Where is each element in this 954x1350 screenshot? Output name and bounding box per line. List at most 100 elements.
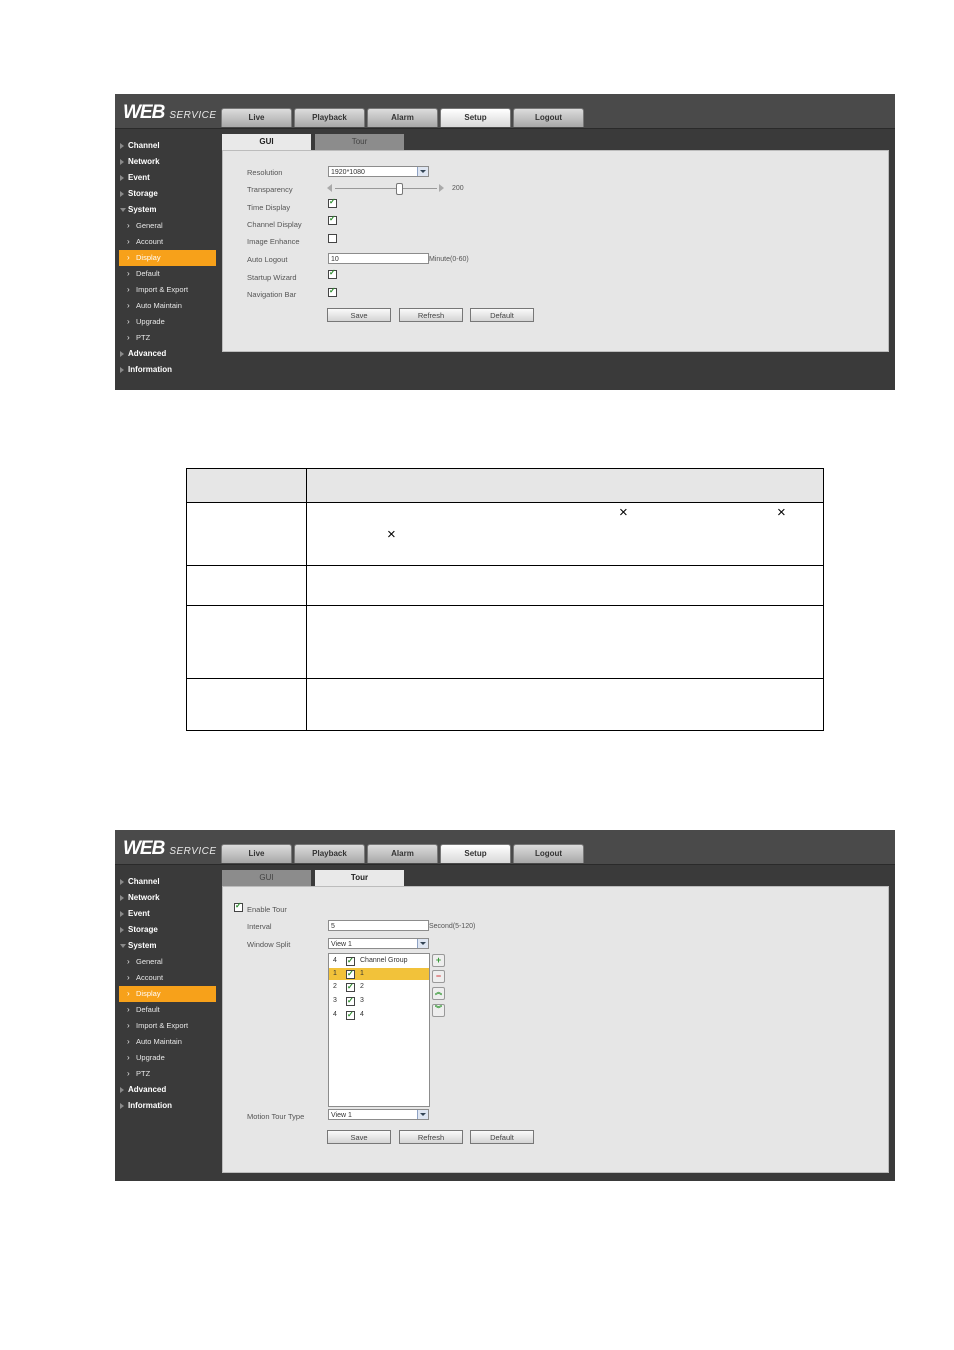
navigation-bar-checkbox[interactable] (328, 286, 337, 297)
sidebar-item-auto-maintain[interactable]: › Auto Maintain (119, 298, 219, 314)
sidebar-item-account[interactable]: › Account (119, 970, 219, 986)
sidebar-item-event[interactable]: Event (119, 170, 219, 186)
auto-logout-unit: Minute(0-60) (429, 256, 469, 263)
chevron-down-icon (417, 167, 428, 176)
nav-alarm[interactable]: Alarm (367, 844, 438, 863)
sidebar-item-ptz[interactable]: › PTZ (119, 1066, 219, 1082)
web-service-logo: WEB SERVICE (123, 102, 217, 123)
list-item[interactable]: 2 2 (329, 981, 429, 993)
sidebar-item-default[interactable]: › Default (119, 1002, 219, 1018)
default-button[interactable]: Default (470, 308, 534, 322)
sidebar-item-network[interactable]: Network (119, 154, 219, 170)
sidebar-item-advanced[interactable]: Advanced (119, 1082, 219, 1098)
nav-logout[interactable]: Logout (513, 844, 584, 863)
enable-tour-checkbox[interactable] (234, 901, 243, 912)
channel-group-list[interactable]: 4 Channel Group 1 1 2 2 3 3 4 (328, 953, 430, 1107)
sidebar-item-information[interactable]: Information (119, 1098, 219, 1114)
add-icon[interactable]: + (432, 954, 445, 967)
nav-playback[interactable]: Playback (294, 844, 365, 863)
main-nav: Live Playback Alarm Setup Logout (221, 844, 586, 863)
chevron-right-icon: › (127, 221, 130, 230)
nav-logout[interactable]: Logout (513, 108, 584, 127)
nav-setup[interactable]: Setup (440, 844, 511, 863)
increase-arrow-icon[interactable] (439, 184, 444, 192)
refresh-button[interactable]: Refresh (399, 308, 463, 322)
auto-logout-input[interactable]: 10 (328, 253, 429, 264)
sidebar-item-general[interactable]: › General (119, 954, 219, 970)
row-checkbox[interactable] (346, 995, 355, 1007)
sidebar-item-auto-maintain[interactable]: › Auto Maintain (119, 1034, 219, 1050)
sidebar-item-network[interactable]: Network (119, 890, 219, 906)
collapsed-arrow-icon (120, 1103, 124, 1109)
sidebar-item-default[interactable]: › Default (119, 266, 219, 282)
tab-gui[interactable]: GUI (222, 870, 311, 886)
tab-tour[interactable]: Tour (315, 134, 404, 150)
nav-live[interactable]: Live (221, 844, 292, 863)
chevron-right-icon: › (127, 1069, 130, 1078)
sidebar-item-general[interactable]: › General (119, 218, 219, 234)
table-header-row (187, 469, 823, 503)
multiplication-sign: × (387, 526, 396, 543)
remove-icon[interactable]: − (432, 970, 445, 983)
sidebar-item-display[interactable]: › Display (119, 986, 216, 1002)
window-split-select[interactable]: View 1 (328, 938, 429, 949)
sidebar-item-import-export[interactable]: › Import & Export (119, 282, 219, 298)
sidebar-item-display[interactable]: › Display (119, 250, 216, 266)
move-down-icon[interactable]: ︾ (432, 1004, 445, 1017)
sidebar-item-account[interactable]: › Account (119, 234, 219, 250)
list-item[interactable]: 3 3 (329, 995, 429, 1007)
image-enhance-checkbox[interactable] (328, 234, 337, 243)
sidebar-item-event[interactable]: Event (119, 906, 219, 922)
interval-unit: Second(5-120) (429, 923, 476, 930)
time-display-checkbox[interactable] (328, 197, 337, 208)
motion-tour-type-select[interactable]: View 1 (328, 1109, 429, 1120)
default-button[interactable]: Default (470, 1130, 534, 1144)
sidebar-item-advanced[interactable]: Advanced (119, 346, 219, 362)
nav-alarm[interactable]: Alarm (367, 108, 438, 127)
auto-logout-label: Auto Logout (247, 255, 288, 264)
nav-live[interactable]: Live (221, 108, 292, 127)
decrease-arrow-icon[interactable] (327, 184, 332, 192)
save-button[interactable]: Save (327, 308, 391, 322)
tab-tour[interactable]: Tour (315, 870, 404, 886)
sidebar-item-channel[interactable]: Channel (119, 874, 219, 890)
interval-input[interactable]: 5 (328, 920, 429, 931)
list-item[interactable]: 4 4 (329, 1009, 429, 1021)
sidebar-item-system[interactable]: System (119, 202, 219, 218)
tab-gui[interactable]: GUI (222, 134, 311, 150)
collapsed-arrow-icon (120, 351, 124, 357)
channel-display-checkbox[interactable] (328, 214, 337, 225)
sidebar-item-storage[interactable]: Storage (119, 186, 219, 202)
sidebar-item-storage[interactable]: Storage (119, 922, 219, 938)
startup-wizard-checkbox[interactable] (328, 268, 337, 279)
collapsed-arrow-icon (120, 911, 124, 917)
move-up-icon[interactable]: ︽ (432, 987, 445, 1000)
chevron-right-icon: › (127, 1021, 130, 1030)
nav-playback[interactable]: Playback (294, 108, 365, 127)
transparency-slider-thumb[interactable] (395, 183, 403, 195)
expanded-arrow-icon (120, 944, 126, 948)
sidebar-item-channel[interactable]: Channel (119, 138, 219, 154)
nav-setup[interactable]: Setup (440, 108, 511, 127)
content-tabs: GUI Tour (222, 870, 408, 886)
sidebar-item-system[interactable]: System (119, 938, 219, 954)
sidebar-item-upgrade[interactable]: › Upgrade (119, 314, 219, 330)
save-button[interactable]: Save (327, 1130, 391, 1144)
resolution-select[interactable]: 1920*1080 (328, 166, 429, 177)
transparency-slider-track[interactable] (335, 188, 437, 189)
sidebar-item-import-export[interactable]: › Import & Export (119, 1018, 219, 1034)
header-checkbox[interactable] (346, 955, 355, 967)
time-display-label: Time Display (247, 203, 291, 212)
list-item[interactable]: 1 1 (329, 968, 429, 980)
chevron-down-icon (417, 939, 428, 948)
row-checkbox[interactable] (346, 968, 355, 980)
top-bar: WEB SERVICE Live Playback Alarm Setup Log… (115, 830, 895, 865)
row-checkbox[interactable] (346, 981, 355, 993)
sidebar-item-information[interactable]: Information (119, 362, 219, 378)
sidebar-item-upgrade[interactable]: › Upgrade (119, 1050, 219, 1066)
refresh-button[interactable]: Refresh (399, 1130, 463, 1144)
sidebar-item-ptz[interactable]: › PTZ (119, 330, 219, 346)
motion-tour-type-label: Motion Tour Type (247, 1112, 305, 1121)
row-checkbox[interactable] (346, 1009, 355, 1021)
expanded-arrow-icon (120, 208, 126, 212)
